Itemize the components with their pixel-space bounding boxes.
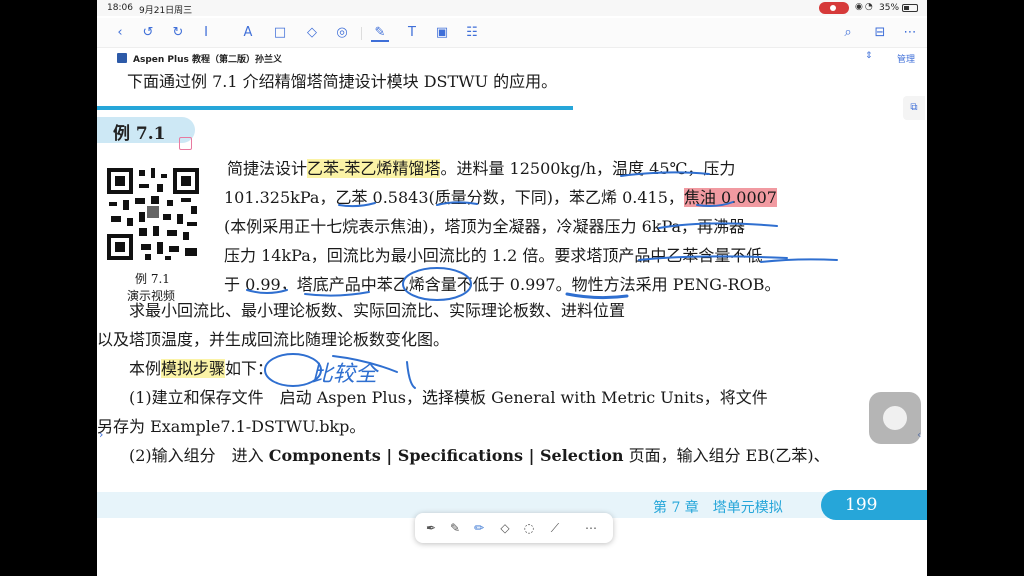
handwritten-annotations [246,171,838,389]
tablet-screen: 18:06 9月21日周三 ◉◔ 35% ‹ ↺ ↻ Ⅰ A □ ◇ ◎ ✎ T… [97,0,927,576]
marker-icon[interactable]: ✎ [447,520,463,536]
assistive-touch-button[interactable] [869,392,921,444]
pen-more-icon[interactable]: ⋯ [583,520,599,536]
pen-toolbar: ✒ ✎ ✏ ◇ ◌ ⟋ ⋯ [415,513,613,543]
fountain-pen-icon[interactable]: ✒ [423,520,439,536]
ballpoint-pen-icon[interactable]: ✏ [471,520,487,536]
lasso-tool-icon[interactable]: ◌ [521,520,537,536]
ruler-icon[interactable]: ⟋ [547,520,563,536]
page-number: 199 [821,490,927,520]
translate-icon[interactable]: ⧉ [903,96,925,120]
handwritten-note: 比较全 [311,362,378,387]
chapter-title: 第 7 章 塔单元模拟 [653,500,783,516]
eraser-tool-icon[interactable]: ◇ [497,520,513,536]
prev-page-arrow-icon[interactable]: › [99,428,103,441]
